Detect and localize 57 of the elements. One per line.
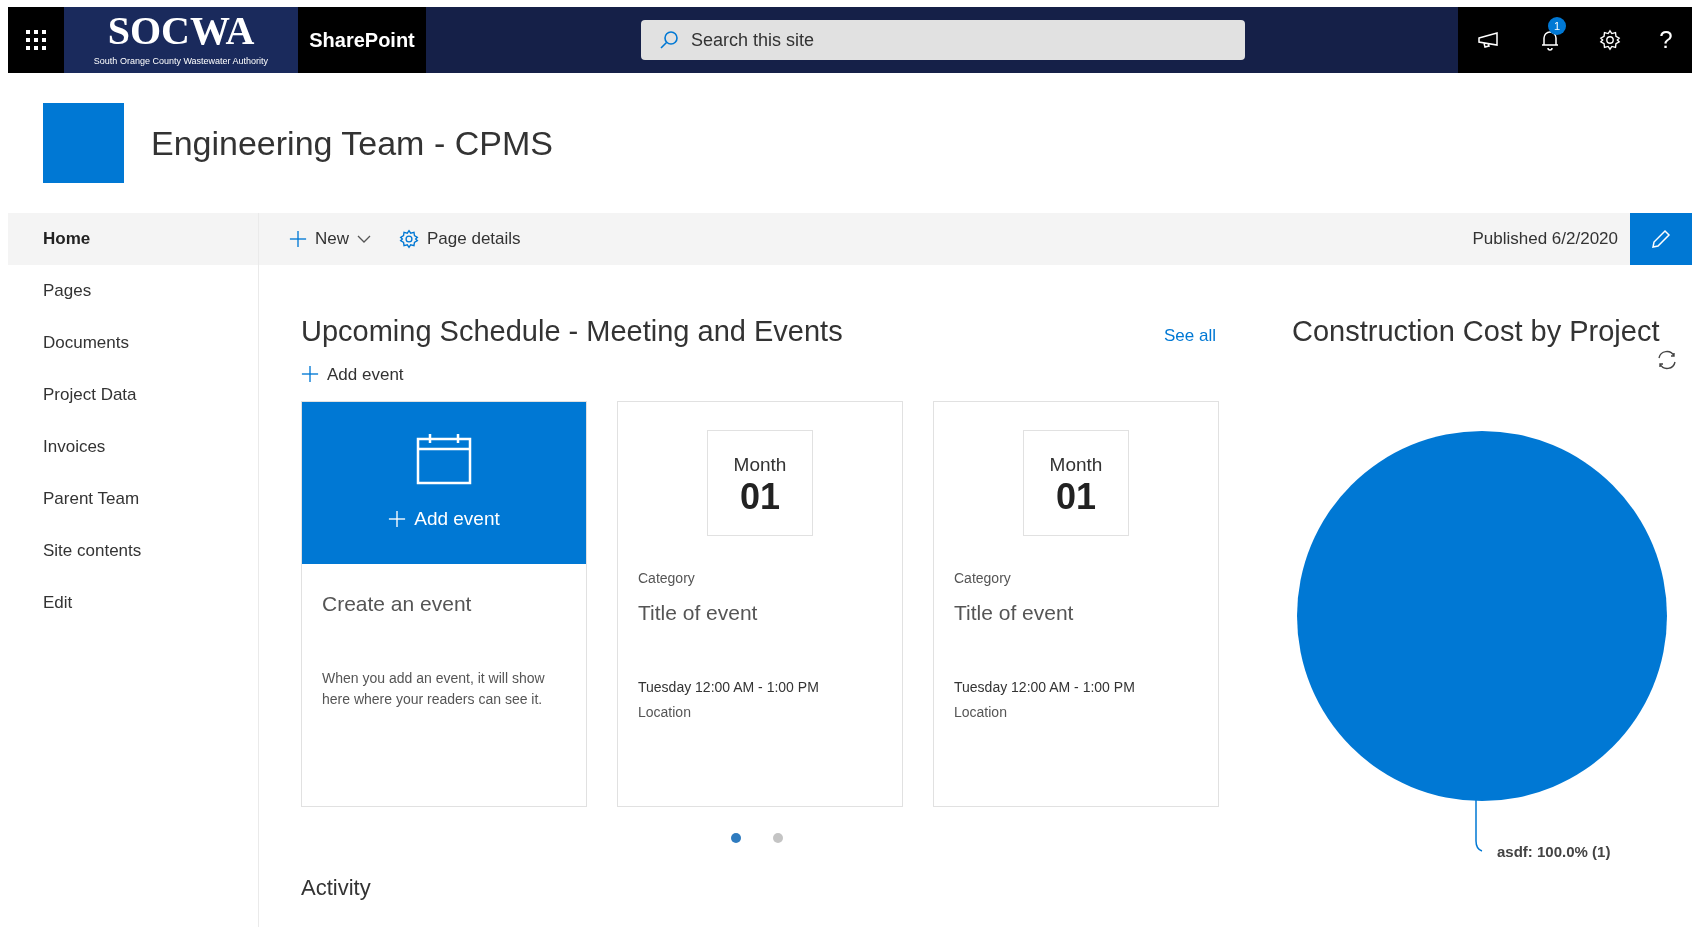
app-launcher-button[interactable] bbox=[8, 7, 64, 73]
logo-wordmark: SOCWA bbox=[107, 11, 255, 52]
section-title: Activity bbox=[301, 874, 372, 902]
nav-link[interactable]: Invoices bbox=[8, 421, 258, 473]
refresh-icon[interactable] bbox=[1656, 349, 1678, 371]
event-location: Location bbox=[638, 702, 692, 722]
app-title[interactable]: SharePoint bbox=[298, 7, 426, 73]
add-event-tile[interactable]: Add event bbox=[302, 402, 586, 564]
event-location: Location bbox=[954, 702, 1008, 722]
settings-icon[interactable] bbox=[1598, 29, 1621, 51]
pencil-icon bbox=[1651, 229, 1671, 249]
event-category: Category bbox=[638, 569, 696, 588]
event-description: When you add an event, it will show here where your readers can see it. bbox=[322, 668, 546, 709]
notification-badge: 1 bbox=[1548, 17, 1566, 35]
search-field[interactable]: Search this site bbox=[641, 20, 1245, 60]
event-time: Tuesday 12:00 AM - 1:00 PM bbox=[954, 677, 1136, 697]
add-event-label: Add event bbox=[414, 506, 500, 531]
event-day: 01 bbox=[739, 479, 780, 516]
chevron-down-icon bbox=[357, 235, 371, 243]
plus-icon bbox=[301, 365, 319, 384]
nav-link[interactable]: Parent Team bbox=[8, 473, 258, 525]
calendar-icon bbox=[416, 432, 472, 485]
event-title: Create an event bbox=[322, 591, 473, 617]
waffle-icon bbox=[26, 30, 46, 50]
nav-link[interactable]: Documents bbox=[8, 317, 258, 369]
plus-icon bbox=[388, 510, 407, 528]
event-time: Tuesday 12:00 AM - 1:00 PM bbox=[638, 677, 820, 697]
data-label: asdf: 100.0% (1) bbox=[1497, 841, 1611, 862]
chart-title: Construction Cost by Project bbox=[1292, 314, 1661, 349]
event-title: Title of event bbox=[954, 600, 1075, 626]
event-month: Month bbox=[733, 452, 787, 477]
see-all-link[interactable]: See all bbox=[1164, 323, 1216, 349]
bell-icon[interactable] bbox=[1540, 29, 1560, 51]
event-day: 01 bbox=[1055, 479, 1096, 516]
plus-icon bbox=[289, 230, 307, 248]
event-card[interactable]: Add event Create an event When you add an event, it will show here where your readers can see it. bbox=[301, 401, 587, 807]
event-title: Title of event bbox=[638, 600, 759, 626]
new-button[interactable]: New bbox=[289, 226, 371, 252]
event-card[interactable]: Month 01 Category Title of event Tuesday 12:00 AM - 1:00 PM Location bbox=[933, 401, 1219, 807]
search-icon bbox=[659, 30, 679, 50]
add-event-button[interactable]: Add event bbox=[301, 361, 404, 387]
published-date: Published 6/2/2020 bbox=[1472, 228, 1618, 251]
site-title: Engineering Team - CPMS bbox=[151, 122, 553, 164]
event-card[interactable]: Month 01 Category Title of event Tuesday 12:00 AM - 1:00 PM Location bbox=[617, 401, 903, 807]
nav-link[interactable]: Home bbox=[8, 213, 258, 265]
event-category: Category bbox=[954, 569, 1012, 588]
nav-link[interactable]: Pages bbox=[8, 265, 258, 317]
section-title: Upcoming Schedule - Meeting and Events bbox=[301, 314, 843, 349]
logo-subtitle: South Orange County Wastewater Authority bbox=[93, 55, 269, 69]
event-month: Month bbox=[1049, 452, 1103, 477]
nav-link[interactable]: Site contents bbox=[8, 525, 258, 577]
page-details-button[interactable]: Page details bbox=[399, 226, 521, 252]
help-button[interactable]: ? bbox=[1659, 22, 1673, 58]
settings-icon bbox=[399, 229, 419, 249]
nav-link[interactable]: Edit bbox=[8, 577, 258, 629]
nav-link[interactable]: Project Data bbox=[8, 369, 258, 421]
org-logo[interactable]: SOCWA South Orange County Wastewater Authority bbox=[64, 7, 298, 73]
